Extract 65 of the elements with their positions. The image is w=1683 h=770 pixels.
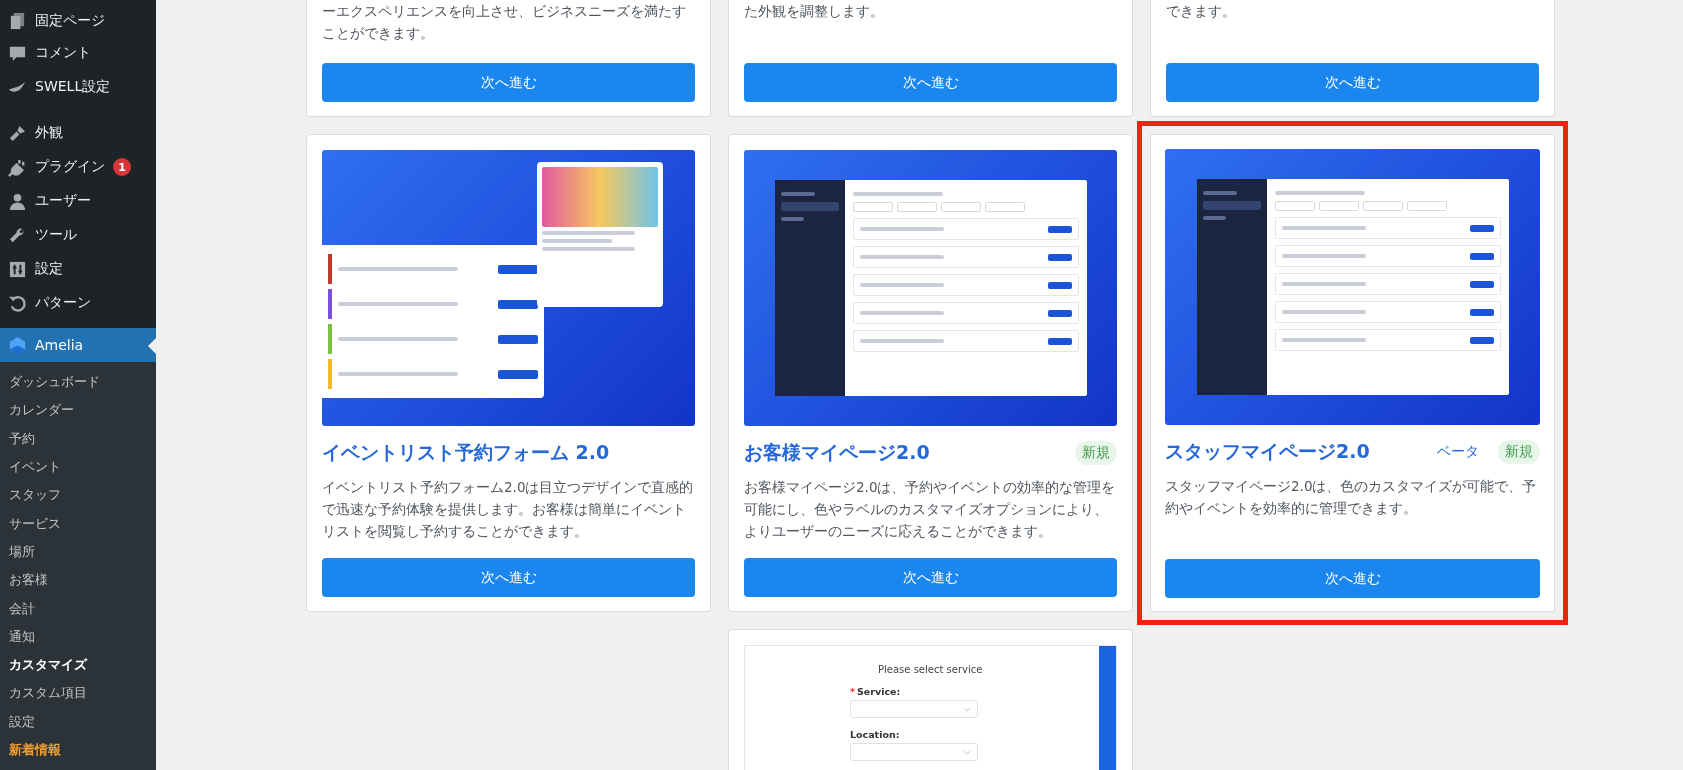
menu-item[interactable]: Amelia <box>0 328 156 362</box>
menu-item[interactable]: プラグイン 1 <box>0 150 156 184</box>
undo-icon <box>8 293 27 313</box>
chevron-icon <box>963 706 971 712</box>
menu-label: SWELL設定 <box>35 78 111 96</box>
amelia-logo-icon <box>8 335 27 355</box>
card-description: スタッフマイページ2.0は、色のカスタマイズが可能で、予約やイベントを効率的に管理できます。 <box>1165 477 1538 518</box>
pages-icon <box>8 11 27 31</box>
plug-icon <box>8 157 27 177</box>
menu-item[interactable]: 外観 <box>0 116 156 150</box>
menu-item[interactable]: 設定 <box>0 252 156 286</box>
beta-label: ベータ <box>1436 442 1480 461</box>
submenu-item[interactable]: 会計 <box>0 594 156 623</box>
brush-icon <box>8 123 27 143</box>
menu-label: 外観 <box>35 124 63 142</box>
menu-item[interactable]: ツール <box>0 218 156 252</box>
new-badge: 新規 <box>1498 440 1540 464</box>
update-count-badge: 1 <box>113 158 131 176</box>
field-label: Location: <box>850 729 901 740</box>
menu-label: プラグイン <box>35 158 105 176</box>
menu-label: 固定ページ <box>35 12 105 30</box>
menu-item[interactable]: コメント <box>0 36 156 70</box>
submenu-item[interactable]: お客様 <box>0 566 156 595</box>
submenu-item[interactable]: 設定 <box>0 707 156 736</box>
new-badge: 新規 <box>1075 441 1117 465</box>
sliders-icon <box>8 259 27 279</box>
chevron-icon <box>963 749 971 755</box>
submenu-item[interactable]: カレンダー <box>0 396 156 425</box>
menu-label: 設定 <box>35 260 63 278</box>
field-label: * Service: <box>850 686 902 697</box>
card-description: イベントリスト予約フォーム2.0は目立つデザインで直感的で迅速な予約体験を提供します。お客様は簡単にイベントリストを閲覧し予約することができます。 <box>322 478 695 541</box>
submenu-item[interactable]: イベント <box>0 452 156 482</box>
form-heading: Please select service <box>878 664 984 675</box>
submenu-item[interactable]: 通知 <box>0 622 156 651</box>
user-icon <box>8 191 27 211</box>
card-title: イベントリスト予約フォーム 2.0 <box>322 440 610 465</box>
menu-item[interactable]: 固定ページ <box>0 6 156 36</box>
next-button[interactable]: 次へ進む <box>1165 559 1540 598</box>
submenu-item[interactable]: 場所 <box>0 537 156 567</box>
submenu-item[interactable]: ダッシュボード <box>0 368 156 397</box>
menu-item[interactable]: SWELL設定 <box>0 70 156 104</box>
menu-item[interactable]: ユーザー <box>0 184 156 218</box>
next-button[interactable]: 次へ進む <box>322 558 695 597</box>
submenu-item[interactable]: カスタマイズ <box>0 650 156 680</box>
submenu-item[interactable]: 新着情報 <box>0 735 156 765</box>
submenu-item[interactable]: カスタム項目 <box>0 679 156 708</box>
menu-label: Amelia <box>35 337 84 353</box>
menu-label: コメント <box>35 44 91 62</box>
menu-label: パターン <box>35 294 91 312</box>
card-title: スタッフマイページ2.0 <box>1165 439 1370 464</box>
card-title: お客様マイページ2.0 <box>744 440 930 465</box>
card-description: た外観を調整します。 <box>744 2 885 21</box>
submenu-item[interactable]: サービス <box>0 509 156 538</box>
card-description: できます。 <box>1166 2 1237 21</box>
submenu-item[interactable]: 予約 <box>0 424 156 453</box>
card-description: お客様マイページ2.0は、予約やイベントの効率的な管理を可能にし、色やラベルのカスタマイズオプションにより、よりユーザーのニーズに応えることができます。 <box>744 478 1117 541</box>
card-description: ーエクスペリエンスを向上させ、ビジネスニーズを満たすことができます。 <box>322 2 687 43</box>
menu-label: ユーザー <box>35 192 91 210</box>
menu-item[interactable]: パターン <box>0 286 156 320</box>
next-button[interactable]: 次へ進む <box>744 63 1117 102</box>
next-button[interactable]: 次へ進む <box>744 558 1117 597</box>
next-button[interactable]: 次へ進む <box>1166 63 1539 102</box>
next-button[interactable]: 次へ進む <box>322 63 695 102</box>
menu-label: ツール <box>35 226 77 244</box>
submenu-item[interactable]: スタッフ <box>0 481 156 510</box>
